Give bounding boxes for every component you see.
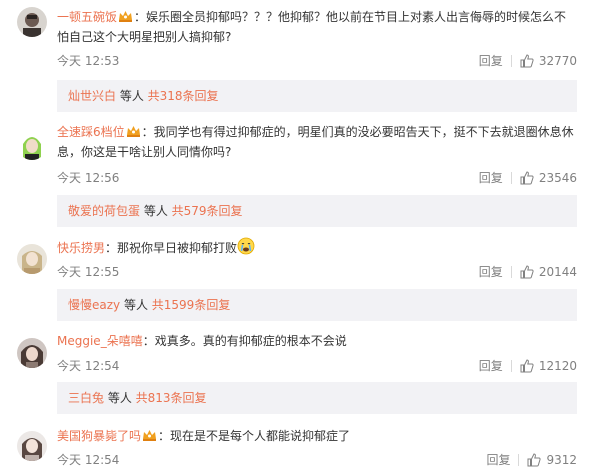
comment-actions: 回复 23546 [479,169,577,186]
comment-text: 快乐捞男：那祝你早日被抑郁打败 [57,237,577,261]
comment-text: 一顿五碗饭 ：娱乐圈全员抑郁吗？？？他抑郁？他以前在节目上对素人出言侮辱的时候怎么… [57,9,567,44]
reply-count-link[interactable]: 共813条回复 [136,391,207,405]
comment-username[interactable]: 全速踩6档位 [57,125,125,139]
comment-username[interactable]: 快乐捞男 [57,241,105,255]
reply-user-link[interactable]: 三白兔 [68,391,104,405]
comment-content: 我同学也有得过抑郁症的，明星们真的没必要昭告天下，挺不下去就退圈休息休 [153,125,574,139]
action-divider [510,54,512,67]
reply-summary[interactable]: 慢慢eazy 等人 共1599条回复 [57,289,577,321]
reply-summary[interactable]: 敬爱的荷包蛋 等人 共579条回复 [57,195,577,227]
thumbs-up-icon [520,53,534,67]
thumbs-up-icon [527,452,542,466]
comment-username[interactable]: 一顿五碗饭 [57,10,117,24]
thumbs-up-icon [520,358,534,372]
comment-actions: 回复 12120 [479,357,577,374]
crying-face-emoji-icon [237,237,255,261]
comment-content: 现在是不是每个人都能说抑郁症了 [170,429,351,443]
comment-time: 今天 12:56 [57,171,120,185]
like-count: 9312 [546,452,577,467]
reply-count-link[interactable]: 共318条回复 [148,89,219,103]
vip-badge-icon [126,124,141,138]
reply-summary[interactable]: 三白兔 等人 共813条回复 [57,382,577,414]
comment-text: 全速踩6档位 ：我同学也有得过抑郁症的，明星们真的没必要昭告天下，挺不下去就退圈休… [57,124,574,159]
action-divider [510,359,512,372]
comment-content: 那祝你早日被抑郁打败 [117,241,238,255]
comment-username[interactable]: Meggie_朵嘻嘻 [57,334,143,348]
reply-user-link[interactable]: 灿世兴白 [68,89,116,103]
action-divider [510,265,512,278]
comment-content: 娱乐圈全员抑郁吗？？？他抑郁？他以前在节目上对素人出言侮辱的时候怎么不 [146,10,567,24]
comment-time: 今天 12:54 [57,453,120,467]
like-button[interactable]: 20144 [520,265,577,279]
thumbs-up-icon [520,264,534,278]
reply-button[interactable]: 回复 [479,357,503,374]
comment-content-continued: 息，你这是干啥让别人同情你吗? [57,145,232,159]
comment-text: 美国狗暴毙了吗 ：现在是不是每个人都能说抑郁症了 [57,428,351,443]
like-button[interactable]: 12120 [520,359,577,373]
comment-actions: 回复 32770 [479,52,577,69]
reply-button[interactable]: 回复 [479,169,503,186]
vip-badge-icon [118,9,133,23]
comment-actions: 回复 9312 [486,451,577,468]
like-count: 20144 [538,264,577,279]
like-button[interactable]: 9312 [527,453,577,467]
reply-user-link[interactable]: 敬爱的荷包蛋 [68,204,140,218]
comment-time: 今天 12:53 [57,54,120,68]
reply-count-link[interactable]: 共1599条回复 [152,298,231,312]
action-divider [518,453,520,466]
reply-button[interactable]: 回复 [486,451,510,468]
thumbs-up-icon [520,170,534,184]
reply-summary[interactable]: 灿世兴白 等人 共318条回复 [57,80,577,112]
reply-count-link[interactable]: 共579条回复 [172,204,243,218]
reply-button[interactable]: 回复 [479,52,503,69]
like-button[interactable]: 23546 [520,171,577,185]
vip-badge-icon [142,428,157,442]
reply-button[interactable]: 回复 [479,263,503,280]
action-divider [510,171,512,184]
comment-time: 今天 12:55 [57,265,120,279]
comment-content: 戏真多。真的有抑郁症的根本不会说 [154,334,347,348]
like-count: 32770 [538,53,577,68]
comment-actions: 回复 20144 [479,263,577,280]
comment-content-continued: 怕自己这个大明星把别人搞抑郁? [57,30,232,44]
avatar[interactable] [17,244,47,274]
reply-user-link[interactable]: 慢慢eazy [68,298,120,312]
like-count: 12120 [538,358,577,373]
comment-time: 今天 12:54 [57,359,120,373]
avatar[interactable] [17,7,47,37]
comment-username[interactable]: 美国狗暴毙了吗 [57,429,141,443]
avatar[interactable] [17,338,47,368]
like-button[interactable]: 32770 [520,54,577,68]
like-count: 23546 [538,170,577,185]
avatar[interactable] [17,431,47,461]
avatar[interactable] [17,130,47,160]
comment-text: Meggie_朵嘻嘻：戏真多。真的有抑郁症的根本不会说 [57,334,347,348]
